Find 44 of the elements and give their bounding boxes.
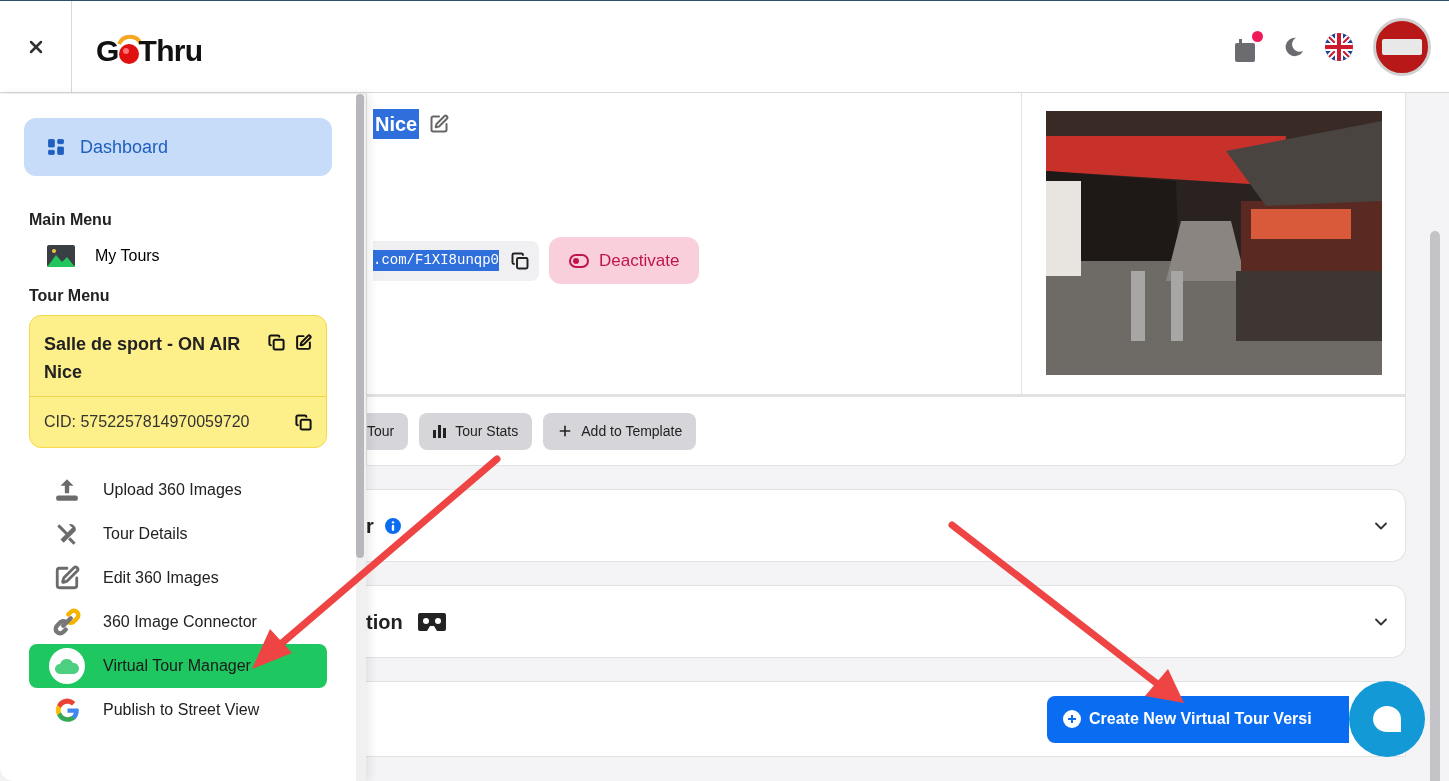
section-heading: Main Menu	[29, 210, 113, 230]
accordion-header[interactable]: tion	[366, 585, 1406, 658]
copy-icon[interactable]	[511, 251, 530, 270]
google-icon	[53, 696, 81, 724]
landscape-icon	[47, 245, 75, 267]
action-button[interactable]: Tour Stats	[419, 412, 533, 450]
chat-bubble-icon	[1372, 705, 1402, 733]
cloud-icon	[49, 648, 85, 684]
sidebar-item[interactable]: Tour Details	[29, 512, 327, 556]
section-heading: Tour Menu	[29, 286, 111, 306]
copy-icon[interactable]	[295, 413, 312, 431]
sidebar-item[interactable]: Publish to Street View	[29, 688, 327, 732]
tour-cid: CID: 5752257814970059720	[44, 412, 251, 432]
copy-icon[interactable]	[268, 334, 285, 351]
calendar-icon	[1233, 36, 1257, 63]
sidebar-item[interactable]: Virtual Tour Manager	[29, 644, 327, 688]
dashboard-item[interactable]: Dashboard	[24, 118, 332, 176]
tour-name: Salle de sport - ON AIR Nice	[44, 333, 242, 384]
sidebar-item[interactable]: 360 Image Connector	[29, 600, 327, 644]
toggle-icon	[569, 253, 590, 268]
plus-circle-icon	[1063, 710, 1081, 728]
sidebar-item[interactable]: My Tours	[29, 238, 170, 274]
scrollbar-thumb[interactable]	[356, 94, 364, 558]
scrollbar-thumb[interactable]	[1430, 231, 1440, 781]
tour-link-field[interactable]: .com/F1XI8unqp0	[373, 240, 540, 281]
vr-headset-icon	[416, 611, 447, 632]
sidebar-item[interactable]: Edit 360 Images	[29, 556, 327, 600]
deactivate-button[interactable]: Deactivate	[549, 237, 700, 284]
upload-icon	[54, 477, 80, 503]
edit-icon[interactable]	[295, 334, 312, 351]
create-version-button[interactable]: Create New Virtual Tour Versi	[1047, 695, 1349, 743]
bar-chart-icon	[433, 424, 448, 438]
tour-title: Nice	[373, 109, 420, 139]
accordion-header[interactable]: r	[366, 489, 1406, 562]
action-button[interactable]: Add to Template	[543, 412, 697, 450]
sidebar-item[interactable]: Upload 360 Images	[29, 468, 327, 512]
calendar-button[interactable]	[1233, 30, 1263, 63]
action-button[interactable]: Tour	[367, 412, 409, 450]
edit-icon	[54, 565, 80, 591]
flag-icon[interactable]	[1325, 32, 1353, 61]
moon-icon[interactable]	[1283, 35, 1305, 58]
link-icon	[52, 607, 82, 637]
dashboard-icon	[46, 137, 66, 157]
brand-logo: G Thru	[96, 32, 203, 66]
